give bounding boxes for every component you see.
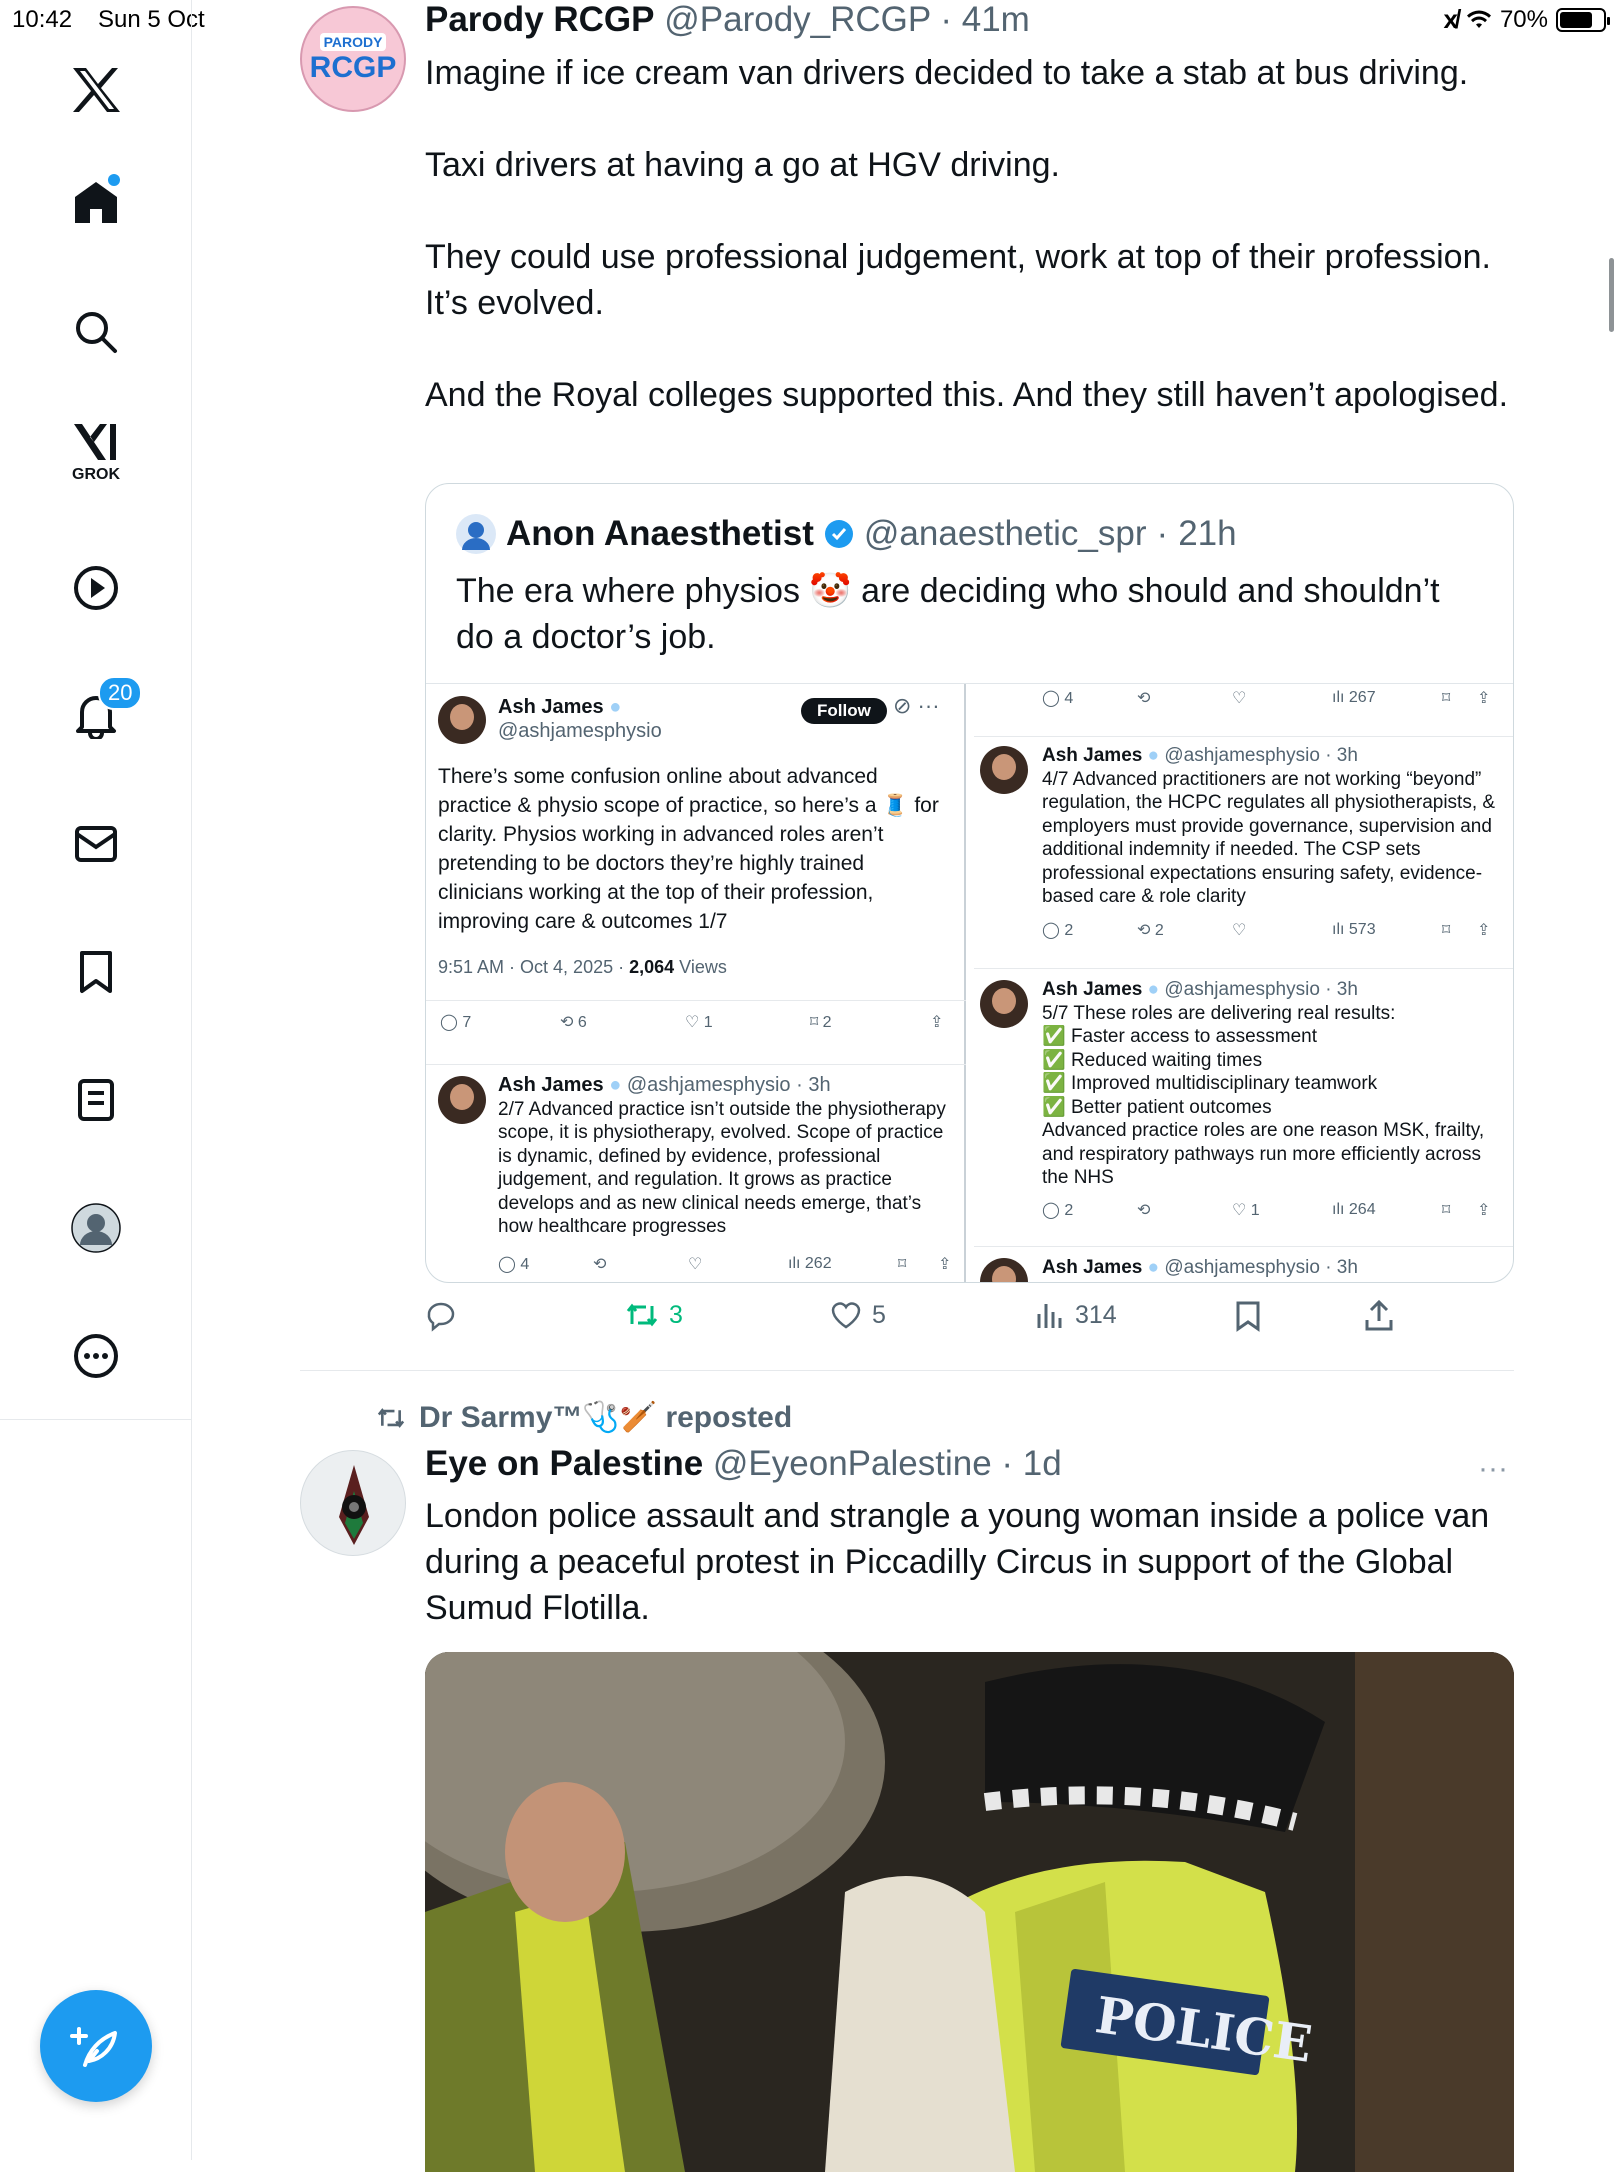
tweet-header: Eye on Palestine @EyeonPalestine · 1d <box>425 1444 1062 1483</box>
repost-icon <box>377 1407 405 1428</box>
follow-pill: Follow <box>801 698 887 724</box>
quoted-tweet[interactable]: Anon Anaesthetist @anaesthetic_spr · 21h… <box>425 483 1514 1283</box>
sidebar-item-lists[interactable] <box>64 1068 128 1132</box>
notification-badge: 20 <box>98 676 143 710</box>
sidebar-item-search[interactable] <box>64 300 128 364</box>
ash-james-avatar <box>980 980 1028 1028</box>
battery-percent: 70% <box>1499 5 1548 33</box>
share-icon <box>1365 1300 1393 1331</box>
heart-icon <box>831 1302 861 1329</box>
mini-author-name: Ash James <box>498 696 604 718</box>
like-count: 5 <box>872 1300 886 1329</box>
sidebar-item-video[interactable] <box>64 556 128 620</box>
tweet-paragraph: Imagine if ice cream van drivers decided… <box>425 54 1469 92</box>
quote-time: 21h <box>1178 514 1237 553</box>
list-icon <box>78 1079 114 1121</box>
sidebar-item-notifications[interactable]: 20 <box>64 676 143 748</box>
grok-status-icon: x̸ <box>1443 4 1458 34</box>
search-icon <box>76 312 117 353</box>
mini-meta-views: 2,064 <box>629 957 675 977</box>
share-button[interactable] <box>1363 1300 1395 1332</box>
more-options-icon[interactable]: ··· <box>1478 1452 1508 1486</box>
ash-james-avatar <box>438 696 486 744</box>
mini-reply-text: 4/7 Advanced practitioners are not worki… <box>1042 768 1496 908</box>
sidebar-item-messages[interactable] <box>64 812 128 876</box>
quote-author-name: Anon Anaesthetist <box>506 514 814 553</box>
parody-rcgp-avatar[interactable]: PARODY RCGP <box>300 6 406 112</box>
views-chart-icon <box>1037 1304 1062 1328</box>
tweet-video-media[interactable]: POLICE <box>425 1652 1514 2172</box>
avatar-parody-text: PARODY <box>319 33 387 51</box>
mini-thread-text: There’s some confusion online about adva… <box>438 765 939 933</box>
more-circle-icon <box>74 1334 118 1378</box>
compose-feather-icon <box>70 2027 117 2067</box>
sidebar-item-bookmarks[interactable] <box>64 940 128 1004</box>
repost-context[interactable]: Dr Sarmy™🩺🏏 reposted <box>375 1400 792 1435</box>
tweet-paragraph: They could use professional judgement, w… <box>425 238 1491 322</box>
ash-james-avatar <box>438 1076 486 1124</box>
ash-james-avatar <box>980 1258 1028 1282</box>
sidebar-item-more[interactable] <box>64 1324 128 1388</box>
avatar-rcgp-text: RCGP <box>309 51 397 84</box>
eye-logo-icon <box>339 1465 369 1545</box>
reply-button[interactable] <box>425 1300 457 1332</box>
tweet-paragraph: And the Royal colleges supported this. A… <box>425 376 1509 414</box>
quote-screenshot-image: Ash James ● @ashjamesphysio Follow ⊘ ···… <box>426 683 1513 1282</box>
bookmark-icon <box>1236 1301 1260 1332</box>
quote-header: Anon Anaesthetist @anaesthetic_spr · 21h <box>456 514 1237 554</box>
compose-post-button[interactable] <box>40 1990 152 2102</box>
wifi-icon <box>1466 10 1491 28</box>
police-video-still <box>425 1652 1514 2172</box>
reply-icon <box>427 1302 455 1332</box>
scrollbar[interactable] <box>1609 258 1614 332</box>
sidebar-item-profile[interactable] <box>64 1196 128 1260</box>
post-time[interactable]: 1d <box>1023 1444 1062 1483</box>
tweet-header: Parody RCGP @Parody_RCGP · 41m <box>425 0 1030 39</box>
author-name[interactable]: Parody RCGP <box>425 0 655 39</box>
repost-count: 3 <box>669 1300 683 1329</box>
grok-label: GROK <box>72 466 120 483</box>
screenshot-right-panel: ◯ 4 ⟲ ♡ ılı 267 ⌑ ⇪ Ash James ● @ashjame… <box>974 684 1513 1282</box>
bookmark-button[interactable] <box>1235 1300 1261 1332</box>
repost-icon <box>626 1303 658 1327</box>
tweet-text: London police assault and strangle a you… <box>425 1497 1490 1627</box>
views-button[interactable]: 314 <box>1035 1300 1117 1330</box>
sidebar-nav: GROK 20 <box>0 0 192 2160</box>
author-name[interactable]: Eye on Palestine <box>425 1444 703 1483</box>
mini-meta-views-label: Views <box>674 957 727 977</box>
reposted-by: Dr Sarmy™🩺🏏 reposted <box>419 1401 793 1434</box>
author-handle[interactable]: @Parody_RCGP <box>664 0 930 39</box>
mail-icon <box>75 826 117 862</box>
grok-icon <box>74 424 116 460</box>
tweet-actions: 3 5 314 <box>425 1300 1515 1344</box>
post-time[interactable]: 41m <box>962 0 1030 39</box>
verified-badge-icon <box>824 520 853 548</box>
home-unread-dot <box>108 174 120 186</box>
quote-author-handle: @anaesthetic_spr <box>863 514 1147 553</box>
sidebar-item-grok[interactable]: GROK <box>64 420 128 484</box>
x-logo[interactable] <box>64 58 128 122</box>
mini-reply-text: 2/7 Advanced practice isn’t outside the … <box>498 1098 946 1238</box>
eye-on-palestine-avatar[interactable] <box>300 1450 406 1556</box>
play-icon <box>74 566 118 610</box>
battery-icon <box>1556 7 1610 32</box>
screenshot-left-panel: Ash James ● @ashjamesphysio Follow ⊘ ···… <box>426 684 966 1282</box>
x-logo-icon <box>73 68 120 112</box>
repost-button[interactable]: 3 <box>625 1300 683 1330</box>
sidebar-item-home[interactable] <box>64 170 128 234</box>
mini-menu-icons: ⊘ ··· <box>893 693 940 718</box>
like-button[interactable]: 5 <box>830 1300 886 1330</box>
ash-james-avatar <box>980 746 1028 794</box>
quote-text: The era where physios 🤡 are deciding who… <box>456 572 1440 656</box>
author-handle[interactable]: @EyeonPalestine <box>713 1444 992 1483</box>
tweet-text: Imagine if ice cream van drivers decided… <box>425 50 1515 418</box>
quote-author-avatar <box>456 514 496 554</box>
mini-author-handle: @ashjamesphysio <box>498 719 662 742</box>
bookmark-icon <box>80 951 112 993</box>
profile-avatar-icon <box>71 1203 121 1253</box>
tweet-paragraph: Taxi drivers at having a go at HGV drivi… <box>425 146 1060 184</box>
mini-meta-time: 9:51 AM · Oct 4, 2025 · <box>438 957 630 977</box>
views-count: 314 <box>1075 1300 1117 1329</box>
